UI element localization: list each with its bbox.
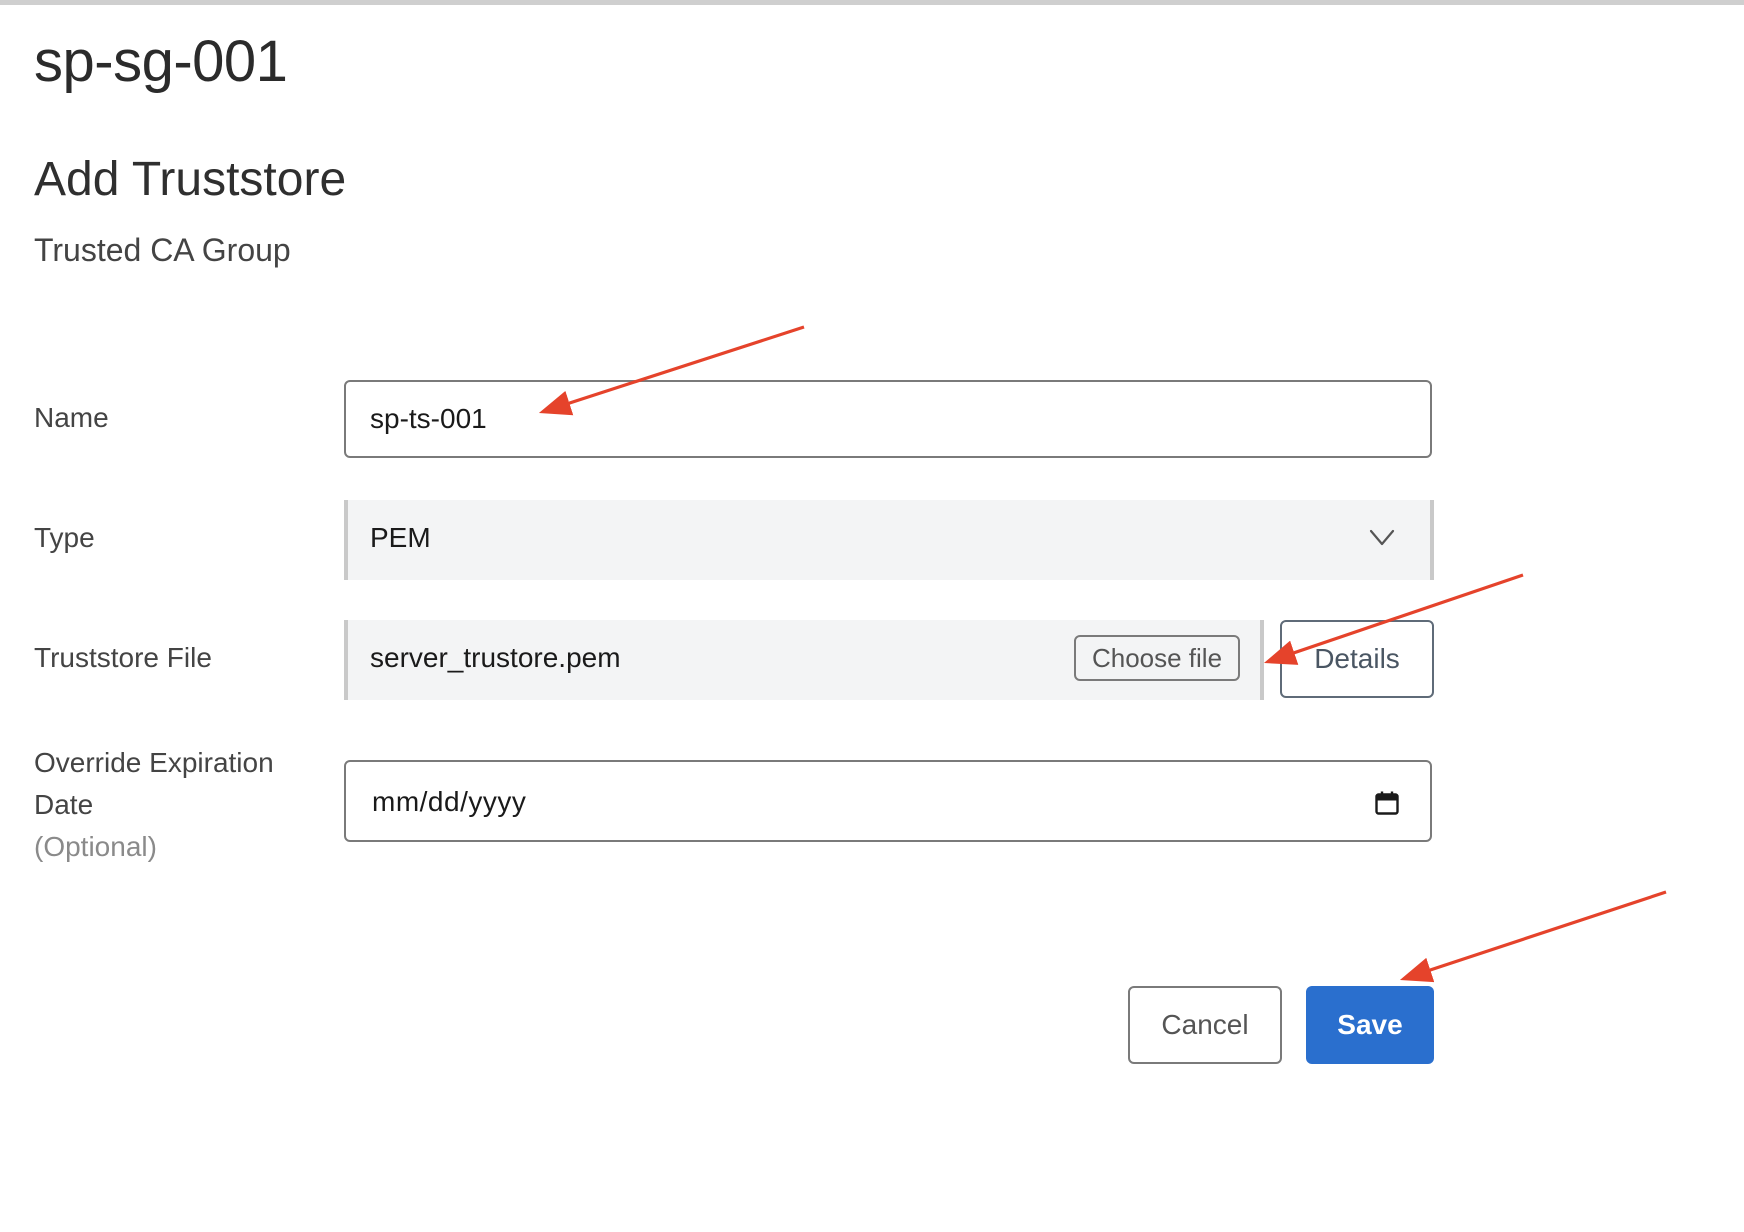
name-label: Name bbox=[34, 402, 109, 433]
details-button[interactable]: Details bbox=[1280, 620, 1434, 698]
truststore-file-name: server_trustore.pem bbox=[370, 642, 621, 673]
expiration-optional-label: (Optional) bbox=[34, 831, 157, 862]
date-placeholder: mm/dd/yyyy bbox=[372, 786, 527, 817]
truststore-file-label: Truststore File bbox=[34, 642, 212, 673]
truststore-file-field[interactable]: server_trustore.pem Choose file bbox=[344, 620, 1264, 700]
type-selected-value: PEM bbox=[370, 522, 431, 553]
choose-file-button[interactable]: Choose file bbox=[1074, 635, 1240, 681]
name-input[interactable] bbox=[344, 380, 1432, 458]
expiration-label-line2: Date bbox=[34, 789, 94, 820]
calendar-icon[interactable] bbox=[1374, 790, 1400, 816]
page-title: sp-sg-001 bbox=[34, 29, 288, 94]
expiration-date-input[interactable]: mm/dd/yyyy bbox=[344, 760, 1432, 842]
form-subheading: Trusted CA Group bbox=[34, 232, 291, 268]
top-border bbox=[0, 0, 1744, 5]
arrow-to-save-button bbox=[1399, 890, 1667, 983]
form-heading: Add Truststore bbox=[34, 153, 347, 206]
expiration-label: Override Expiration Date (Optional) bbox=[34, 742, 314, 868]
chevron-down-icon bbox=[1369, 529, 1395, 546]
cancel-button[interactable]: Cancel bbox=[1128, 986, 1282, 1064]
type-label: Type bbox=[34, 522, 95, 553]
save-button[interactable]: Save bbox=[1306, 986, 1434, 1064]
type-select[interactable]: PEM bbox=[344, 500, 1434, 580]
expiration-label-line1: Override Expiration bbox=[34, 747, 274, 778]
